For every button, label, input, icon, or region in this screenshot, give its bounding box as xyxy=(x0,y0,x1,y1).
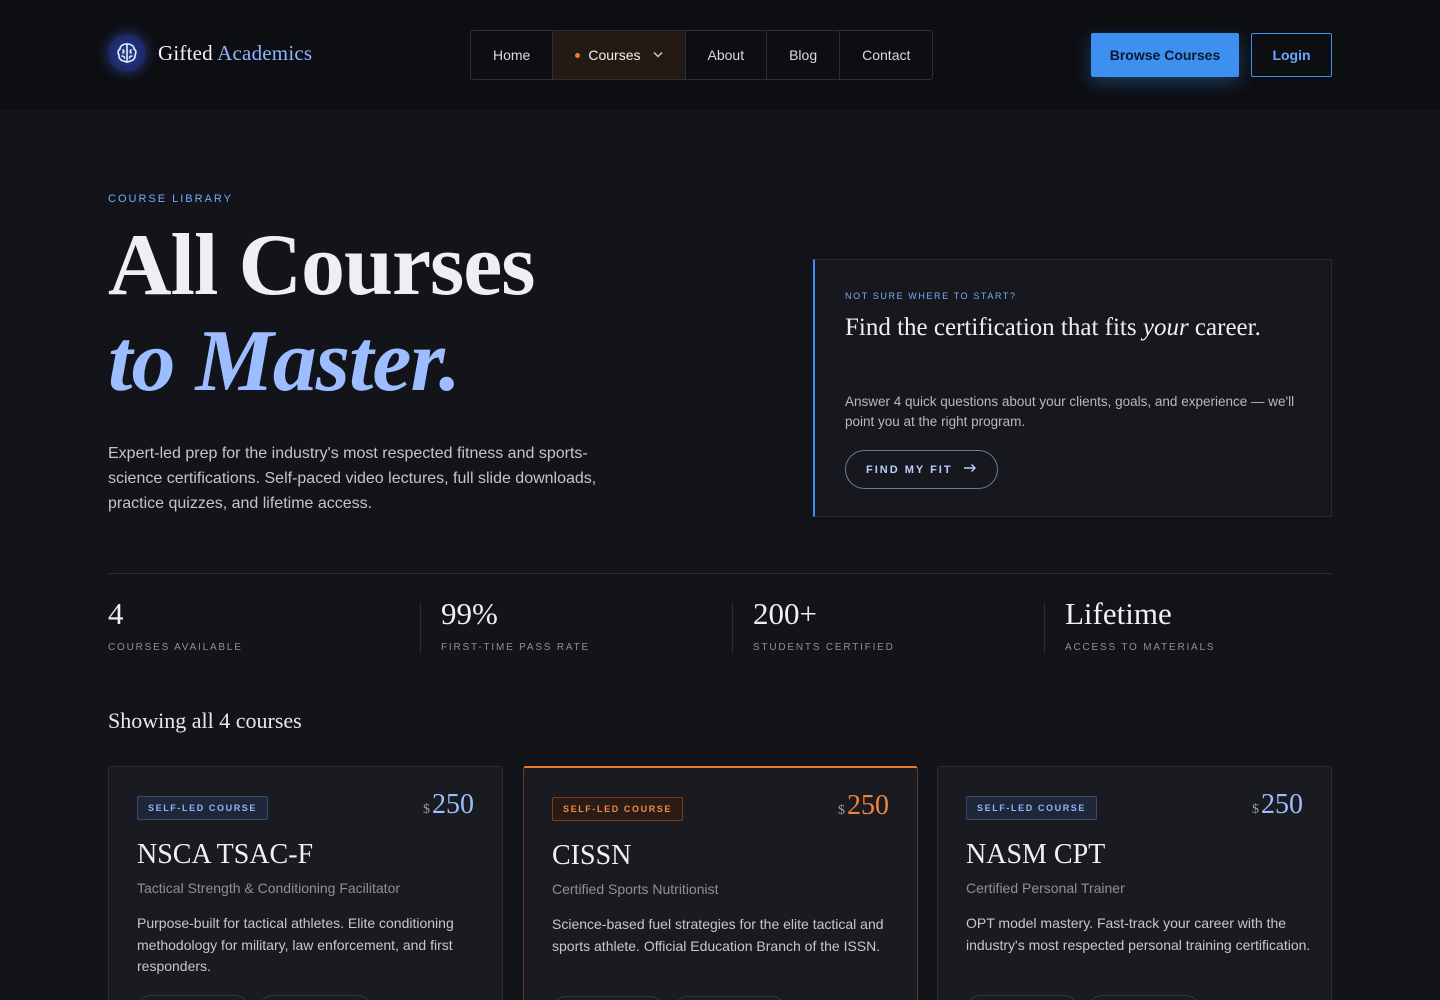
stat-courses: 4 COURSES AVAILABLE xyxy=(108,596,243,653)
login-button[interactable]: Login xyxy=(1251,33,1332,77)
nav-item-label: About xyxy=(707,47,745,63)
stat-value: Lifetime xyxy=(1065,596,1172,631)
stat-label: ACCESS TO MATERIALS xyxy=(1065,642,1216,653)
site-header: Gifted Academics Home Courses About Blog… xyxy=(0,0,1440,110)
course-card-nsca-tsac-f[interactable]: SELF-LED COURSE $250 NSCA TSAC-F Tactica… xyxy=(108,766,503,1000)
brand-logo[interactable]: Gifted Academics xyxy=(108,34,312,72)
find-fit-card: NOT SURE WHERE TO START? Find the certif… xyxy=(813,259,1332,517)
course-description: Purpose-built for tactical athletes. Eli… xyxy=(137,915,454,974)
course-meta-pill xyxy=(966,995,1078,1000)
course-card-cissn[interactable]: SELF-LED COURSE $250 CISSN Certified Spo… xyxy=(523,766,918,1000)
hero-description: Expert-led prep for the industry's most … xyxy=(108,445,597,512)
find-my-fit-label: FIND MY FIT xyxy=(866,463,953,476)
course-title: NSCA TSAC-F xyxy=(137,839,314,870)
results-count: Showing all 4 courses xyxy=(108,708,302,733)
stat-pass-rate: 99% FIRST-TIME PASS RATE xyxy=(441,596,590,653)
course-meta-pill xyxy=(259,995,371,1000)
stat-value: 99% xyxy=(441,596,498,631)
course-price: $250 xyxy=(1252,789,1303,820)
course-description: Science-based fuel strategies for the el… xyxy=(552,916,884,954)
nav-item-blog[interactable]: Blog xyxy=(767,31,841,79)
page-title: All Courses to Master. xyxy=(108,217,536,410)
stat-separator xyxy=(1044,602,1045,654)
nav-item-label: Contact xyxy=(862,47,911,63)
nav-item-about[interactable]: About xyxy=(686,31,768,79)
stat-label: STUDENTS CERTIFIED xyxy=(753,642,895,653)
stat-students: 200+ STUDENTS CERTIFIED xyxy=(753,596,895,653)
course-meta-pill xyxy=(1088,995,1200,1000)
course-price: $250 xyxy=(838,790,889,821)
page-title-line2: to Master. xyxy=(108,313,461,410)
stat-value: 200+ xyxy=(753,596,817,631)
course-meta-pill xyxy=(552,996,664,1000)
course-subtitle: Certified Sports Nutritionist xyxy=(552,881,719,897)
nav-item-contact[interactable]: Contact xyxy=(840,31,932,79)
hero-eyebrow: COURSE LIBRARY xyxy=(108,193,233,205)
course-meta-pill xyxy=(674,996,786,1000)
nav-item-label: Blog xyxy=(789,47,818,63)
brain-icon xyxy=(108,34,146,72)
browse-courses-button[interactable]: Browse Courses xyxy=(1091,33,1239,77)
main-nav: Home Courses About Blog Contact xyxy=(470,30,934,80)
course-type-badge: SELF-LED COURSE xyxy=(552,797,684,821)
cta-title: Find the certification that fits your ca… xyxy=(845,314,1261,341)
chevron-down-icon xyxy=(652,49,663,61)
course-meta-row xyxy=(137,995,371,1000)
course-meta-pill xyxy=(137,995,249,1000)
course-price: $250 xyxy=(423,789,474,820)
stat-label: FIRST-TIME PASS RATE xyxy=(441,642,590,653)
stat-separator xyxy=(420,602,421,654)
stat-access: Lifetime ACCESS TO MATERIALS xyxy=(1065,596,1215,653)
stat-label: COURSES AVAILABLE xyxy=(108,642,243,653)
course-title: CISSN xyxy=(552,840,632,871)
nav-item-label: Courses xyxy=(588,47,641,63)
course-card-nasm-cpt[interactable]: SELF-LED COURSE $250 NASM CPT Certified … xyxy=(937,766,1332,1000)
course-title: NASM CPT xyxy=(966,839,1106,870)
page-title-line1: All Courses xyxy=(108,217,536,314)
active-indicator-dot xyxy=(575,52,581,58)
nav-item-courses[interactable]: Courses xyxy=(553,31,686,79)
cta-eyebrow: NOT SURE WHERE TO START? xyxy=(845,291,1017,301)
course-type-badge: SELF-LED COURSE xyxy=(137,796,269,820)
course-description: OPT model mastery. Fast-track your caree… xyxy=(966,915,1311,953)
stat-value: 4 xyxy=(108,596,124,631)
nav-item-home[interactable]: Home xyxy=(471,31,554,79)
stats-divider xyxy=(108,573,1332,574)
nav-item-label: Home xyxy=(493,47,531,63)
course-subtitle: Tactical Strength & Conditioning Facilit… xyxy=(137,880,401,896)
course-subtitle: Certified Personal Trainer xyxy=(966,880,1125,896)
course-meta-row xyxy=(966,995,1200,1000)
brand-name: Gifted Academics xyxy=(158,40,313,65)
course-type-badge: SELF-LED COURSE xyxy=(966,796,1098,820)
find-my-fit-button[interactable]: FIND MY FIT xyxy=(845,450,998,489)
stat-separator xyxy=(732,602,733,654)
course-meta-row xyxy=(552,996,786,1000)
cta-description: Answer 4 quick questions about your clie… xyxy=(845,394,1295,429)
arrow-right-icon xyxy=(963,463,977,476)
